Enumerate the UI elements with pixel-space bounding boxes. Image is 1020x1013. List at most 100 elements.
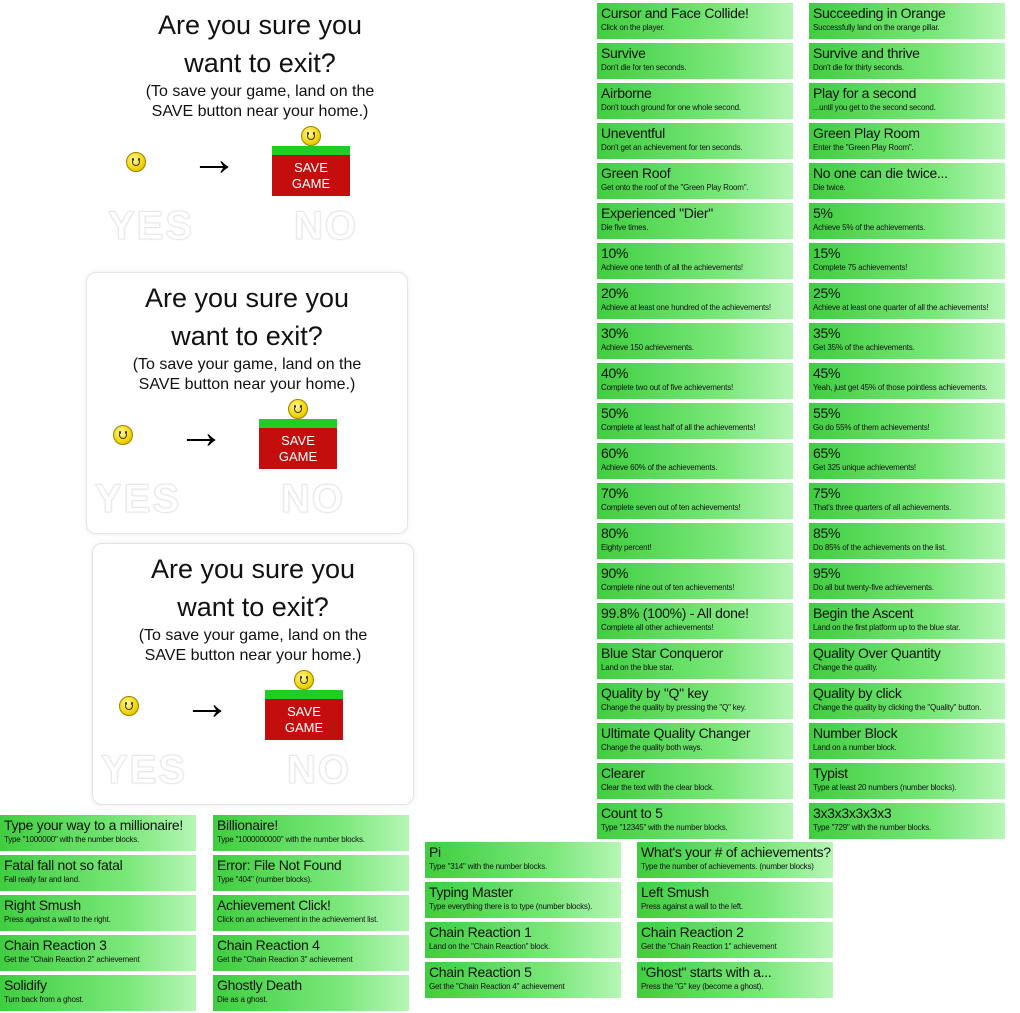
achievement-title: Pi <box>429 844 441 860</box>
achievement-item[interactable]: 75% That's three quarters of all achieve… <box>809 483 1005 519</box>
achievement-description: Achieve one tenth of all the achievement… <box>601 263 743 272</box>
achievement-item[interactable]: Airborne Don't touch ground for one whol… <box>597 83 793 119</box>
achievement-item[interactable]: Green Roof Get onto the roof of the "Gre… <box>597 163 793 199</box>
achievement-item[interactable]: What's your # of achievements? Type the … <box>637 842 833 878</box>
achievement-item[interactable]: Error: File Not Found Type "404" (number… <box>213 855 409 891</box>
achievement-description: Type "1000000000" with the number blocks… <box>217 835 365 844</box>
achievement-item[interactable]: Chain Reaction 1 Land on the "Chain Reac… <box>425 922 621 958</box>
achievement-item[interactable]: Begin the Ascent Land on the first platf… <box>809 603 1005 639</box>
achievement-item[interactable]: 90% Complete nine out of ten achievement… <box>597 563 793 599</box>
achievement-item[interactable]: Chain Reaction 4 Get the "Chain Reaction… <box>213 935 409 971</box>
achievement-item[interactable]: 85% Do 85% of the achievements on the li… <box>809 523 1005 559</box>
achievement-title: 99.8% (100%) - All done! <box>601 605 749 621</box>
achievement-item[interactable]: 5% Achieve 5% of the achievements. <box>809 203 1005 239</box>
achievement-item[interactable]: Pi Type "314" with the number blocks. <box>425 842 621 878</box>
achievement-item[interactable]: 60% Achieve 60% of the achievements. <box>597 443 793 479</box>
save-block-grass <box>272 146 350 155</box>
save-label-line2: GAME <box>278 449 318 464</box>
achievement-description: Die five times. <box>601 223 649 232</box>
achievement-title: 30% <box>601 325 629 341</box>
achievement-item[interactable]: Chain Reaction 2 Get the "Chain Reaction… <box>637 922 833 958</box>
no-button[interactable]: NO <box>287 750 351 791</box>
achievement-item[interactable]: 3x3x3x3x3x3 Type "729" with the number b… <box>809 803 1005 839</box>
achievement-item[interactable]: Uneventful Don't get an achievement for … <box>597 123 793 159</box>
achievement-title: Uneventful <box>601 125 665 141</box>
achievement-item[interactable]: Typing Master Type everything there is t… <box>425 882 621 918</box>
achievement-item[interactable]: Succeeding in Orange Successfully land o… <box>809 3 1005 39</box>
achievement-title: What's your # of achievements? <box>641 844 831 860</box>
achievement-item[interactable]: Achievement Click! Click on an achieveme… <box>213 895 409 931</box>
achievement-item[interactable]: 95% Do all but twenty-five achievements. <box>809 563 1005 599</box>
achievement-item[interactable]: 30% Achieve 150 achievements. <box>597 323 793 359</box>
achievement-item[interactable]: Typist Type at least 20 numbers (number … <box>809 763 1005 799</box>
achievement-item[interactable]: 40% Complete two out of five achievement… <box>597 363 793 399</box>
achievement-item[interactable]: 55% Go do 55% of them achievements! <box>809 403 1005 439</box>
achievement-item[interactable]: Count to 5 Type "12345" with the number … <box>597 803 793 839</box>
achievement-item[interactable]: Blue Star Conqueror Land on the blue sta… <box>597 643 793 679</box>
achievement-item[interactable]: Quality Over Quantity Change the quality… <box>809 643 1005 679</box>
achievement-item[interactable]: Quality by "Q" key Change the quality by… <box>597 683 793 719</box>
dialog-title-line2: want to exit? <box>177 592 329 622</box>
achievement-item[interactable]: Fatal fall not so fatal Fall really far … <box>0 855 196 891</box>
achievement-title: Fatal fall not so fatal <box>4 857 123 873</box>
achievement-item[interactable]: Ghostly Death Die as a ghost. <box>213 975 409 1011</box>
achievement-description: Achieve at least one hundred of the achi… <box>601 303 771 312</box>
achievement-item[interactable]: Experienced "Dier" Die five times. <box>597 203 793 239</box>
dialog-note: (To save your game, land on the SAVE but… <box>93 626 413 666</box>
no-button[interactable]: NO <box>294 206 358 247</box>
achievement-item[interactable]: Ultimate Quality Changer Change the qual… <box>597 723 793 759</box>
achievement-item[interactable]: Type your way to a millionaire! Type "10… <box>0 815 196 851</box>
achievement-item[interactable]: Number Block Land on a number block. <box>809 723 1005 759</box>
achievement-item[interactable]: 15% Complete 75 achievements! <box>809 243 1005 279</box>
achievement-item[interactable]: 50% Complete at least half of all the ac… <box>597 403 793 439</box>
achievement-description: Get the "Chain Reaction 2" achievement <box>4 955 140 964</box>
achievement-description: Yeah, just get 45% of those pointless ac… <box>813 383 988 392</box>
achievement-title: 50% <box>601 405 629 421</box>
achievement-description: Type "729" with the number blocks. <box>813 823 932 832</box>
achievement-title: Clearer <box>601 765 645 781</box>
achievement-item[interactable]: Green Play Room Enter the "Green Play Ro… <box>809 123 1005 159</box>
save-label-line2: GAME <box>291 176 331 191</box>
achievement-item[interactable]: 70% Complete seven out of ten achievemen… <box>597 483 793 519</box>
achievement-item[interactable]: Quality by click Change the quality by c… <box>809 683 1005 719</box>
achievement-item[interactable]: "Ghost" starts with a... Press the "G" k… <box>637 962 833 998</box>
achievement-title: Right Smush <box>4 897 81 913</box>
achievement-title: Count to 5 <box>601 805 663 821</box>
achievement-item[interactable]: 20% Achieve at least one hundred of the … <box>597 283 793 319</box>
dialog-note-line1: (To save your game, land on the <box>138 627 368 644</box>
achievement-title: Begin the Ascent <box>813 605 914 621</box>
achievement-description: Type "404" (number blocks). <box>217 875 312 884</box>
dialog-title-line1: Are you sure you <box>150 554 356 584</box>
achievement-item[interactable]: Survive and thrive Don't die for thirty … <box>809 43 1005 79</box>
yes-button[interactable]: YES <box>94 479 181 520</box>
achievement-item[interactable]: 10% Achieve one tenth of all the achieve… <box>597 243 793 279</box>
achievement-item[interactable]: Survive Don't die for ten seconds. <box>597 43 793 79</box>
no-button[interactable]: NO <box>281 479 345 520</box>
achievement-title: Quality by "Q" key <box>601 685 709 701</box>
achievement-item[interactable]: Chain Reaction 5 Get the "Chain Reaction… <box>425 962 621 998</box>
achievement-item[interactable]: Play for a second ...until you get to th… <box>809 83 1005 119</box>
achievement-item[interactable]: Cursor and Face Collide! Click on the pl… <box>597 3 793 39</box>
achievement-item[interactable]: 65% Get 325 unique achievements! <box>809 443 1005 479</box>
achievement-title: Survive <box>601 45 646 61</box>
achievement-item[interactable]: 80% Eighty percent! <box>597 523 793 559</box>
achievement-item[interactable]: 99.8% (100%) - All done! Complete all ot… <box>597 603 793 639</box>
achievement-item[interactable]: 35% Get 35% of the achievements. <box>809 323 1005 359</box>
achievement-title: "Ghost" starts with a... <box>641 964 772 980</box>
achievement-description: Don't die for ten seconds. <box>601 63 687 72</box>
achievement-description: Get 325 unique achievements! <box>813 463 916 472</box>
achievement-description: Do all but twenty-five achievements. <box>813 583 934 592</box>
achievement-item[interactable]: 45% Yeah, just get 45% of those pointles… <box>809 363 1005 399</box>
yes-button[interactable]: YES <box>100 750 187 791</box>
achievement-item[interactable]: Solidify Turn back from a ghost. <box>0 975 196 1011</box>
yes-button[interactable]: YES <box>107 206 194 247</box>
dialog-note-line1: (To save your game, land on the <box>132 356 362 373</box>
achievement-item[interactable]: Billionaire! Type "1000000000" with the … <box>213 815 409 851</box>
achievement-item[interactable]: 25% Achieve at least one quarter of all … <box>809 283 1005 319</box>
achievement-description: Change the quality. <box>813 663 878 672</box>
achievement-item[interactable]: Right Smush Press against a wall to the … <box>0 895 196 931</box>
achievement-item[interactable]: Clearer Clear the text with the clear bl… <box>597 763 793 799</box>
achievement-item[interactable]: No one can die twice... Die twice. <box>809 163 1005 199</box>
achievement-item[interactable]: Chain Reaction 3 Get the "Chain Reaction… <box>0 935 196 971</box>
achievement-item[interactable]: Left Smush Press against a wall to the l… <box>637 882 833 918</box>
